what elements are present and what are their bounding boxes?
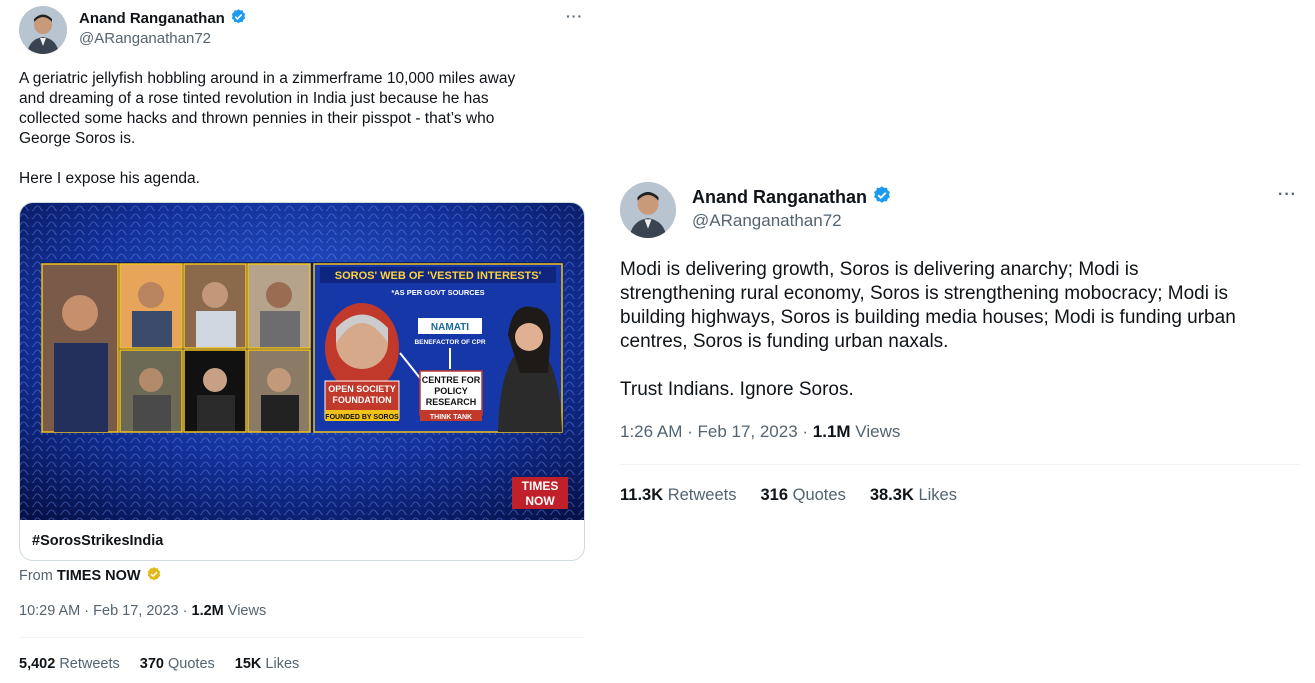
likes-label: Likes xyxy=(913,486,957,504)
graphic-box2-line1: CENTRE FOR xyxy=(422,375,481,385)
views-count: 1.2M xyxy=(191,603,224,619)
quotes-count: 370 xyxy=(139,656,164,672)
views-label: Views xyxy=(223,603,267,619)
logo-line2: NOW xyxy=(525,494,555,508)
graphic-box1-line2: FOUNDATION xyxy=(332,395,391,405)
retweets-stat[interactable]: 5,402 Retweets xyxy=(19,656,120,672)
retweets-label: Retweets xyxy=(663,486,737,504)
soros-graphic: SOROS' WEB OF 'VESTED INTERESTS' *AS PER… xyxy=(313,263,563,433)
verified-badge-icon xyxy=(146,566,162,586)
quotes-count: 316 xyxy=(760,486,789,504)
likes-stat[interactable]: 38.3K Likes xyxy=(870,486,957,505)
tweet-right: Anand Ranganathan @ARanganathan72 ··· Mo… xyxy=(602,168,1315,528)
verified-badge-icon xyxy=(230,8,247,29)
verified-badge-icon xyxy=(872,185,892,210)
retweets-stat[interactable]: 11.3K Retweets xyxy=(620,486,737,505)
graphic-namati-caption: BENEFACTOR OF CPR xyxy=(414,339,485,346)
divider xyxy=(19,637,584,638)
views-count: 1.1M xyxy=(812,422,851,441)
graphic-box1-line1: OPEN SOCIETY xyxy=(328,384,396,394)
likes-label: Likes xyxy=(261,656,300,672)
graphic-box1-caption: FOUNDED BY SOROS xyxy=(325,414,399,421)
author-name-text[interactable]: Anand Ranganathan xyxy=(692,187,867,208)
quotes-label: Quotes xyxy=(163,656,215,672)
graphic-box2-caption: THINK TANK xyxy=(430,414,472,421)
from-source: From TIMES NOW xyxy=(19,566,162,586)
more-options-icon[interactable]: ··· xyxy=(566,8,583,24)
author-name-text[interactable]: Anand Ranganathan xyxy=(79,10,225,27)
avatar[interactable] xyxy=(620,182,676,238)
author-handle[interactable]: @ARanganathan72 xyxy=(79,30,211,47)
likes-count: 38.3K xyxy=(869,486,914,504)
author-handle[interactable]: @ARanganathan72 xyxy=(692,211,842,231)
likes-count: 15K xyxy=(234,656,262,672)
graphic-box2-line3: RESEARCH xyxy=(426,397,477,407)
tweet-timestamp[interactable]: 1:26 AM · Feb 17, 2023 · 1.1M Views xyxy=(620,422,900,442)
views-label: Views xyxy=(850,422,901,441)
tweet-left: Anand Ranganathan @ARanganathan72 ··· A … xyxy=(0,0,600,683)
graphic-subhead: *AS PER GOVT SOURCES xyxy=(391,288,484,297)
times-now-logo: TIMES NOW xyxy=(512,477,568,509)
from-label: From xyxy=(19,568,53,584)
author-name[interactable]: Anand Ranganathan xyxy=(79,8,247,29)
quotes-stat[interactable]: 316 Quotes xyxy=(761,486,846,505)
retweets-count: 5,402 xyxy=(19,656,56,672)
engagement-stats: 11.3K Retweets 316 Quotes 38.3K Likes xyxy=(620,486,981,505)
logo-line1: TIMES xyxy=(522,479,559,493)
quotes-label: Quotes xyxy=(788,486,846,504)
graphic-headline: SOROS' WEB OF 'VESTED INTERESTS' xyxy=(335,270,542,282)
retweets-count: 11.3K xyxy=(620,486,664,504)
tweet-text: A geriatric jellyfish hobbling around in… xyxy=(19,70,516,187)
from-source-name[interactable]: TIMES NOW xyxy=(57,568,141,584)
video-card[interactable]: SOROS' WEB OF 'VESTED INTERESTS' *AS PER… xyxy=(19,202,585,561)
likes-stat[interactable]: 15K Likes xyxy=(235,656,300,672)
quotes-stat[interactable]: 370 Quotes xyxy=(140,656,215,672)
tweet-text: Modi is delivering growth, Soros is deli… xyxy=(620,259,1236,400)
divider xyxy=(620,464,1300,465)
more-options-icon[interactable]: ··· xyxy=(1278,186,1297,204)
panelist-tiles xyxy=(41,263,311,433)
graphic-box2-line2: POLICY xyxy=(434,386,468,396)
author-name[interactable]: Anand Ranganathan xyxy=(692,185,892,210)
timestamp-text[interactable]: 1:26 AM · Feb 17, 2023 · xyxy=(620,422,813,441)
avatar[interactable] xyxy=(19,6,67,54)
graphic-namati: NAMATI xyxy=(431,322,469,333)
timestamp-text[interactable]: 10:29 AM · Feb 17, 2023 · xyxy=(19,603,192,619)
card-hashtag[interactable]: #SorosStrikesIndia xyxy=(32,533,163,549)
tweet-timestamp[interactable]: 10:29 AM · Feb 17, 2023 · 1.2M Views xyxy=(19,603,266,619)
engagement-stats: 5,402 Retweets 370 Quotes 15K Likes xyxy=(19,656,319,672)
retweets-label: Retweets xyxy=(55,656,120,672)
video-thumbnail[interactable]: SOROS' WEB OF 'VESTED INTERESTS' *AS PER… xyxy=(20,203,584,520)
